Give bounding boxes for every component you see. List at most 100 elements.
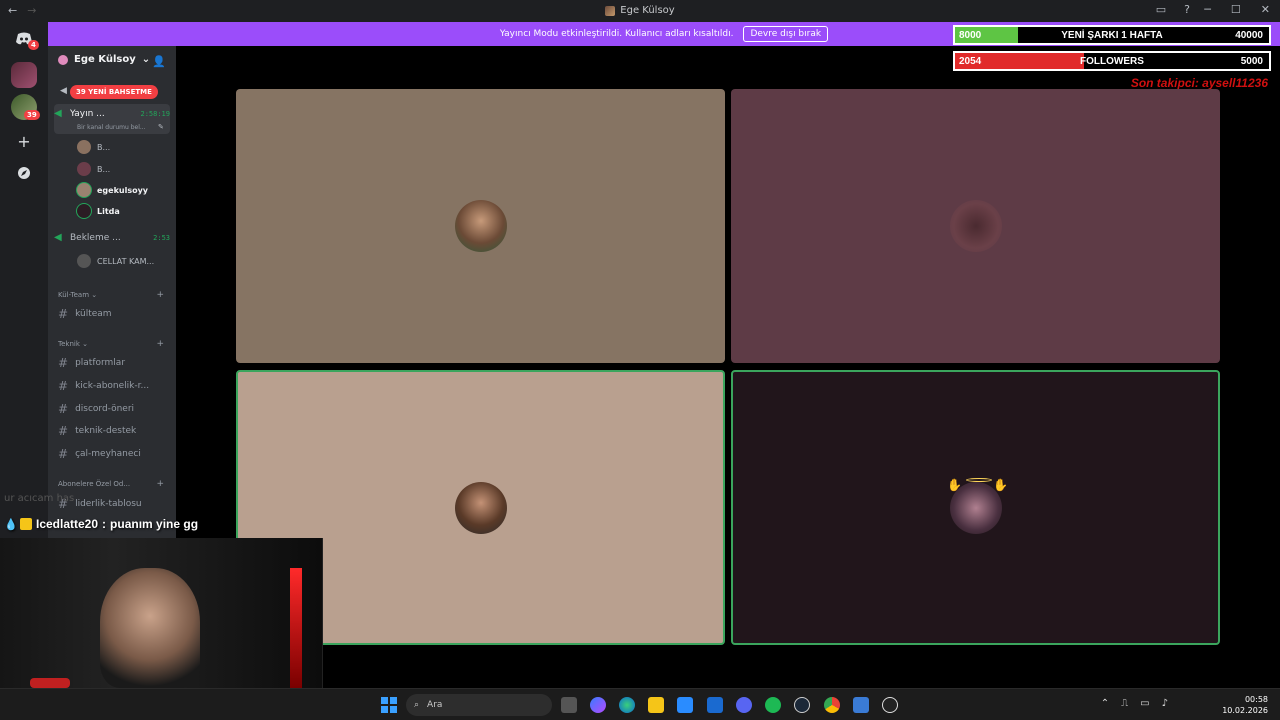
- server-icon-1[interactable]: [11, 62, 37, 88]
- steam-icon[interactable]: [794, 697, 810, 713]
- window-controls: ─ ☐ ✕: [1204, 3, 1270, 16]
- text-channel[interactable]: # platformlar: [58, 356, 125, 370]
- maximize-icon[interactable]: ☐: [1231, 3, 1241, 16]
- channel-name: kick-abonelik-r...: [75, 381, 150, 391]
- discord-icon[interactable]: [736, 697, 752, 713]
- voice-channel-status: Bir kanal durumu bel...: [77, 124, 146, 131]
- voice-member[interactable]: B...: [77, 140, 110, 154]
- voice-member[interactable]: B...: [77, 162, 110, 176]
- category-name: Abonelere Özel Od...: [58, 480, 131, 488]
- video-tile[interactable]: ✋ ✋: [731, 370, 1220, 645]
- voice-member[interactable]: CELLAT KAM...: [77, 254, 154, 268]
- category-header[interactable]: Abonelere Özel Od... +: [58, 479, 164, 489]
- avatar: [77, 140, 91, 154]
- task-view-icon[interactable]: [561, 697, 577, 713]
- voice-channel-name: Bekleme ...: [70, 232, 121, 243]
- edit-icon[interactable]: ✎: [158, 123, 164, 131]
- video-tile[interactable]: [236, 89, 725, 363]
- chevron-down-icon: ⌄: [141, 54, 151, 65]
- category-header[interactable]: Teknik ⌄ +: [58, 339, 164, 349]
- webcam-feed: [0, 538, 323, 688]
- voice-member[interactable]: Litda: [77, 204, 120, 218]
- server-header[interactable]: Ege Külsoy ⌄: [58, 54, 150, 65]
- avatar: [77, 162, 91, 176]
- text-channel[interactable]: # külteam: [58, 307, 112, 321]
- search-icon: ⌕: [414, 700, 420, 710]
- close-icon[interactable]: ✕: [1261, 3, 1270, 16]
- channel-name: teknik-destek: [75, 426, 137, 436]
- screen: ← → Ege Külsoy ▭ ? ─ ☐ ✕ Yayıncı Modu et…: [0, 0, 1280, 720]
- add-channel-icon[interactable]: +: [156, 290, 164, 300]
- red-object: [30, 678, 70, 688]
- chat-message: 💧 Icedlatte20 : puanım yine gg: [4, 517, 198, 531]
- clock[interactable]: 00:58 10.02.2026: [1222, 694, 1268, 716]
- hash-icon: #: [58, 424, 69, 438]
- drop-badge-icon: 💧: [4, 519, 18, 531]
- discord-home-badge: 4: [28, 40, 39, 50]
- store-icon[interactable]: [677, 697, 693, 713]
- invite-user-icon[interactable]: 👤: [152, 55, 166, 68]
- text-channel[interactable]: # discord-öneri: [58, 402, 134, 416]
- display-icon[interactable]: ▭: [1140, 698, 1149, 709]
- channel-name: discord-öneri: [75, 404, 135, 414]
- song-goal-bar: 8000 YENİ ŞARKI 1 HAFTA 40000: [953, 25, 1271, 45]
- voice-channel-row[interactable]: ◀ Yayın ... 2:58:19: [54, 108, 170, 119]
- file-explorer-icon[interactable]: [648, 697, 664, 713]
- voice-channel-name: Yayın ...: [70, 108, 105, 119]
- channel-name: platformlar: [75, 358, 126, 368]
- avatar: [77, 183, 91, 197]
- avatar: [454, 481, 507, 534]
- inbox-icon[interactable]: ▭: [1156, 3, 1166, 16]
- system-tray: ⌃ ⎍ ▭ ♪: [1101, 698, 1168, 709]
- chevron-up-icon[interactable]: ⌃: [1101, 698, 1109, 709]
- member-name: B...: [97, 142, 111, 152]
- hash-icon: #: [58, 447, 69, 461]
- spotify-icon[interactable]: [765, 697, 781, 713]
- voice-channel-row[interactable]: ◀ Bekleme ... 2:53: [54, 232, 170, 243]
- voice-member[interactable]: egekulsoyy: [77, 183, 148, 197]
- category-header[interactable]: Kül-Team ⌄ +: [58, 290, 164, 300]
- avatar: [77, 254, 91, 268]
- avatar: [949, 200, 1002, 252]
- followers-goal-bar: 2054 FOLLOWERS 5000: [953, 51, 1271, 71]
- add-channel-icon[interactable]: +: [156, 479, 164, 489]
- network-icon[interactable]: ⎍: [1121, 698, 1128, 709]
- title-avatar: [605, 5, 616, 16]
- speaker-icon: ◀: [54, 108, 62, 119]
- minimize-icon[interactable]: ─: [1204, 3, 1211, 16]
- server-avatar: [58, 54, 68, 65]
- explore-icon[interactable]: [11, 160, 37, 186]
- voice-timer: 2:58:19: [140, 109, 170, 118]
- new-mentions-pill[interactable]: 39 YENİ BAHSETME: [70, 85, 158, 99]
- category-name: Kül-Team ⌄: [58, 291, 98, 299]
- speaker-icon: ◀: [54, 232, 62, 243]
- obs-icon[interactable]: [882, 697, 898, 713]
- chrome-icon[interactable]: [824, 697, 840, 713]
- speaker-icon: ◀: [60, 86, 67, 96]
- hand-icon: ✋: [993, 478, 1008, 492]
- channel-name: liderlik-tablosu: [75, 499, 142, 509]
- hash-icon: #: [58, 402, 69, 416]
- video-tile[interactable]: [731, 89, 1220, 363]
- edge-icon[interactable]: [619, 697, 635, 713]
- text-channel[interactable]: # çal-meyhaneci: [58, 447, 141, 461]
- text-channel[interactable]: # kick-abonelik-r...: [58, 379, 149, 393]
- copilot-icon[interactable]: [590, 697, 606, 713]
- volume-icon[interactable]: ♪: [1162, 698, 1168, 709]
- add-server-icon[interactable]: +: [11, 128, 37, 154]
- help-icon[interactable]: ?: [1184, 3, 1190, 16]
- app-icon[interactable]: [853, 697, 869, 713]
- search-input[interactable]: ⌕ Ara: [406, 694, 552, 716]
- mail-icon[interactable]: [707, 697, 723, 713]
- windows-start-icon[interactable]: [381, 697, 397, 713]
- add-channel-icon[interactable]: +: [156, 339, 164, 349]
- streamer-face: [100, 568, 200, 688]
- search-placeholder: Ara: [427, 700, 443, 710]
- hand-icon: ✋: [947, 478, 962, 492]
- member-name: CELLAT KAM...: [97, 256, 155, 266]
- chat-username: Icedlatte20: [36, 517, 99, 531]
- banner-message: Yayıncı Modu etkinleştirildi. Kullanıcı …: [499, 29, 734, 39]
- channel-name: çal-meyhaneci: [75, 449, 141, 459]
- disable-streamer-mode-button[interactable]: Devre dışı bırak: [743, 26, 829, 42]
- text-channel[interactable]: # teknik-destek: [58, 424, 136, 438]
